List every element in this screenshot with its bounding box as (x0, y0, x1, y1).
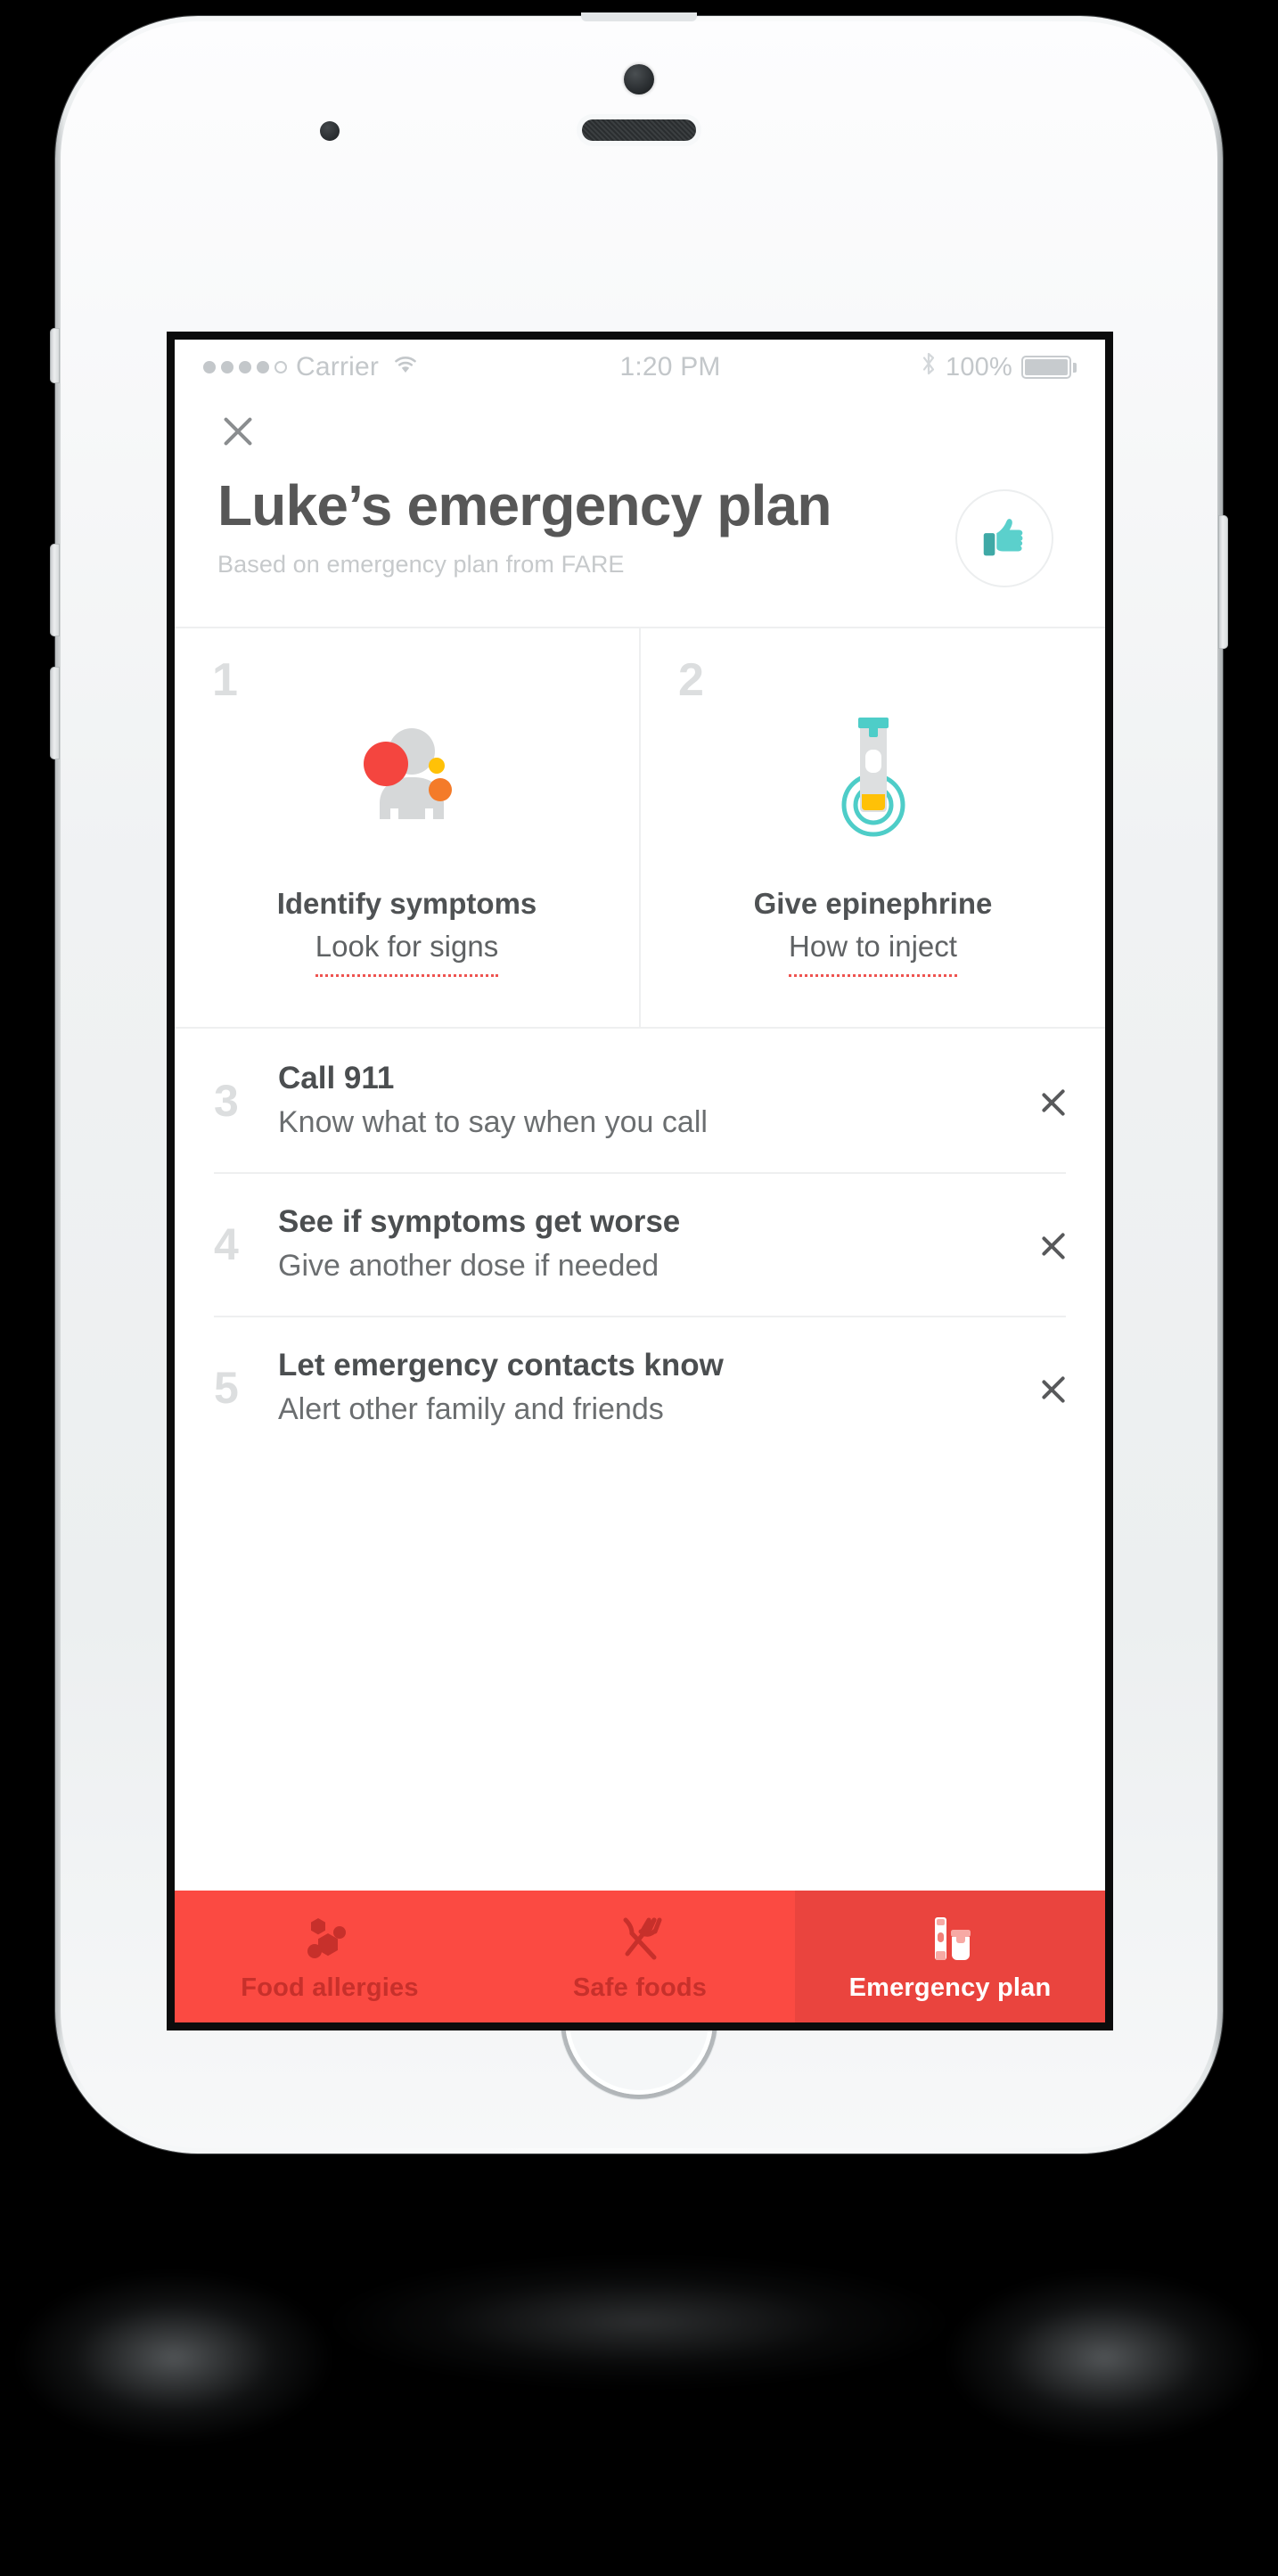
tab-emergency-plan[interactable]: Emergency plan (795, 1891, 1105, 2022)
signal-dot (257, 361, 269, 373)
epinephrine-auto-injector-icon (807, 698, 940, 849)
bluetooth-icon (921, 350, 937, 384)
step-list-item-call-911[interactable]: 3 Call 911 Know what to say when you cal… (175, 1029, 1105, 1172)
tab-label: Food allergies (241, 1973, 419, 2002)
status-bar-right: 100% (921, 350, 1077, 384)
step-title: See if symptoms get worse (278, 1204, 681, 1239)
epipen-case-icon (923, 1911, 977, 1966)
step-card-identify-symptoms[interactable]: 1 Identify symptoms Look for signs (175, 628, 639, 1027)
step-card-title: Give epinephrine (753, 887, 993, 920)
step-text: Let emergency contacts know Alert other … (278, 1348, 1021, 1427)
step-card-link[interactable]: How to inject (789, 930, 957, 977)
phone-top-notch (581, 12, 697, 21)
chevron-right-icon[interactable] (1039, 1221, 1066, 1267)
step-card-number: 2 (678, 654, 704, 706)
step-subtitle: Know what to say when you call (278, 1105, 708, 1139)
step-card-number: 1 (212, 654, 238, 706)
reflection-left (18, 2273, 330, 2442)
front-camera-icon (624, 64, 654, 94)
volume-down-button[interactable] (50, 667, 60, 759)
tab-label: Emergency plan (848, 1973, 1052, 2002)
status-bar-clock: 1:20 PM (619, 352, 721, 381)
chevron-right-icon[interactable] (1039, 1078, 1066, 1124)
step-title: Let emergency contacts know (278, 1348, 724, 1382)
signal-dot (221, 361, 233, 373)
signal-strength-icon (203, 361, 287, 373)
app-viewport: Carrier 1:20 PM 100% Luke’s emergency pl… (175, 340, 1105, 2022)
proximity-sensor-icon (320, 121, 340, 141)
bottom-tab-bar: Food allergies Safe foods Emergency plan (175, 1891, 1105, 2022)
close-icon[interactable] (217, 411, 258, 452)
step-subtitle: Alert other family and friends (278, 1392, 664, 1426)
power-button[interactable] (1218, 515, 1228, 649)
step-number: 5 (214, 1362, 239, 1413)
step-card-give-epinephrine[interactable]: 2 Give epinephrine How to inject (639, 628, 1105, 1027)
status-bar: Carrier 1:20 PM 100% (175, 340, 1105, 395)
chevron-right-icon[interactable] (1039, 1365, 1066, 1411)
battery-icon (1021, 356, 1077, 379)
step-list-item-emergency-contacts[interactable]: 5 Let emergency contacts know Alert othe… (175, 1316, 1105, 1459)
step-list: 3 Call 911 Know what to say when you cal… (175, 1029, 1105, 1459)
mute-switch[interactable] (50, 328, 60, 383)
step-text: Call 911 Know what to say when you call (278, 1061, 1021, 1140)
fork-knife-icon (613, 1911, 667, 1966)
signal-dot-empty (274, 361, 287, 373)
reflection-center (327, 2255, 951, 2389)
step-subtitle: Give another dose if needed (278, 1249, 659, 1283)
earpiece-speaker (582, 119, 696, 141)
screenshot-stage: Carrier 1:20 PM 100% Luke’s emergency pl… (0, 0, 1278, 2576)
step-number: 4 (214, 1218, 239, 1269)
allergen-molecule-icon (303, 1911, 356, 1966)
table-reflection (0, 2255, 1278, 2576)
step-card-title: Identify symptoms (276, 887, 537, 920)
thumbs-up-badge[interactable] (955, 489, 1053, 587)
tab-safe-foods[interactable]: Safe foods (485, 1891, 795, 2022)
title-block: Luke’s emergency plan Based on emergency… (217, 473, 832, 578)
tab-food-allergies[interactable]: Food allergies (175, 1891, 485, 2022)
reflection-right (948, 2273, 1260, 2442)
page-subtitle: Based on emergency plan from FARE (217, 551, 625, 578)
page-title: Luke’s emergency plan (217, 473, 832, 537)
wifi-icon (391, 353, 420, 382)
step-list-item-symptoms-worse[interactable]: 4 See if symptoms get worse Give another… (175, 1172, 1105, 1316)
step-number: 3 (214, 1075, 239, 1126)
step-card-link[interactable]: Look for signs (315, 930, 499, 977)
battery-percent-label: 100% (946, 352, 1012, 381)
step-title: Call 911 (278, 1061, 395, 1095)
tab-label: Safe foods (572, 1973, 708, 2002)
signal-dot (239, 361, 251, 373)
carrier-label: Carrier (296, 352, 380, 381)
person-with-reaction-spots-icon (340, 698, 474, 849)
step-cards-grid: 1 Identify symptoms Look for signs 2 Giv… (175, 627, 1105, 1029)
phone-screen: Carrier 1:20 PM 100% Luke’s emergency pl… (167, 332, 1113, 2030)
title-row: Luke’s emergency plan Based on emergency… (217, 473, 1062, 587)
signal-dot (203, 361, 216, 373)
step-text: See if symptoms get worse Give another d… (278, 1204, 1021, 1284)
status-bar-left: Carrier (203, 352, 420, 382)
thumbs-up-icon (977, 509, 1032, 569)
page-header: Luke’s emergency plan Based on emergency… (175, 395, 1105, 587)
volume-up-button[interactable] (50, 544, 60, 636)
